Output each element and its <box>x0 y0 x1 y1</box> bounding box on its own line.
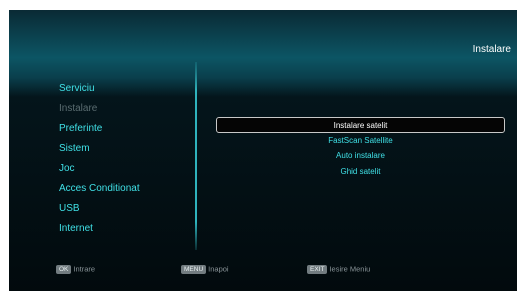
sidebar-item-instalare[interactable]: Instalare <box>59 99 140 119</box>
sidebar-item-preferinte[interactable]: Preferinte <box>59 119 140 139</box>
exit-key-badge: EXIT <box>307 264 328 274</box>
submenu-item-ghid-satelit[interactable]: Ghid satelit <box>216 164 505 180</box>
menu-divider <box>195 62 197 250</box>
footer-hint-ok[interactable]: OK Intrare <box>56 264 95 274</box>
submenu-item-fastscan-satellite[interactable]: FastScan Satellite <box>216 133 505 149</box>
tv-menu-screen: Instalare Serviciu Instalare Preferinte … <box>9 10 517 291</box>
ok-hint-label: Intrare <box>73 264 96 274</box>
page-title: Instalare <box>472 44 511 55</box>
exit-hint-label: Iesire Meniu <box>329 264 371 274</box>
sidebar-item-sistem[interactable]: Sistem <box>59 139 140 159</box>
menu-key-badge: MENU <box>181 264 207 274</box>
sidebar-item-internet[interactable]: Internet <box>59 219 140 239</box>
sidebar-item-serviciu[interactable]: Serviciu <box>59 79 140 99</box>
sidebar-item-acces-conditionat[interactable]: Acces Conditionat <box>59 179 140 199</box>
sidebar-item-joc[interactable]: Joc <box>59 159 140 179</box>
submenu-item-instalare-satelit[interactable]: Instalare satelit <box>216 117 505 133</box>
menu-hint-label: Inapoi <box>208 264 229 274</box>
ok-key-badge: OK <box>56 264 72 274</box>
footer-hint-exit[interactable]: EXIT Iesire Meniu <box>307 264 370 274</box>
submenu-list: Instalare satelit FastScan Satellite Aut… <box>216 117 505 179</box>
footer-hint-menu[interactable]: MENU Inapoi <box>181 264 229 274</box>
sidebar-item-usb[interactable]: USB <box>59 199 140 219</box>
sidebar-menu: Serviciu Instalare Preferinte Sistem Joc… <box>59 79 140 239</box>
submenu-item-auto-instalare[interactable]: Auto instalare <box>216 148 505 164</box>
